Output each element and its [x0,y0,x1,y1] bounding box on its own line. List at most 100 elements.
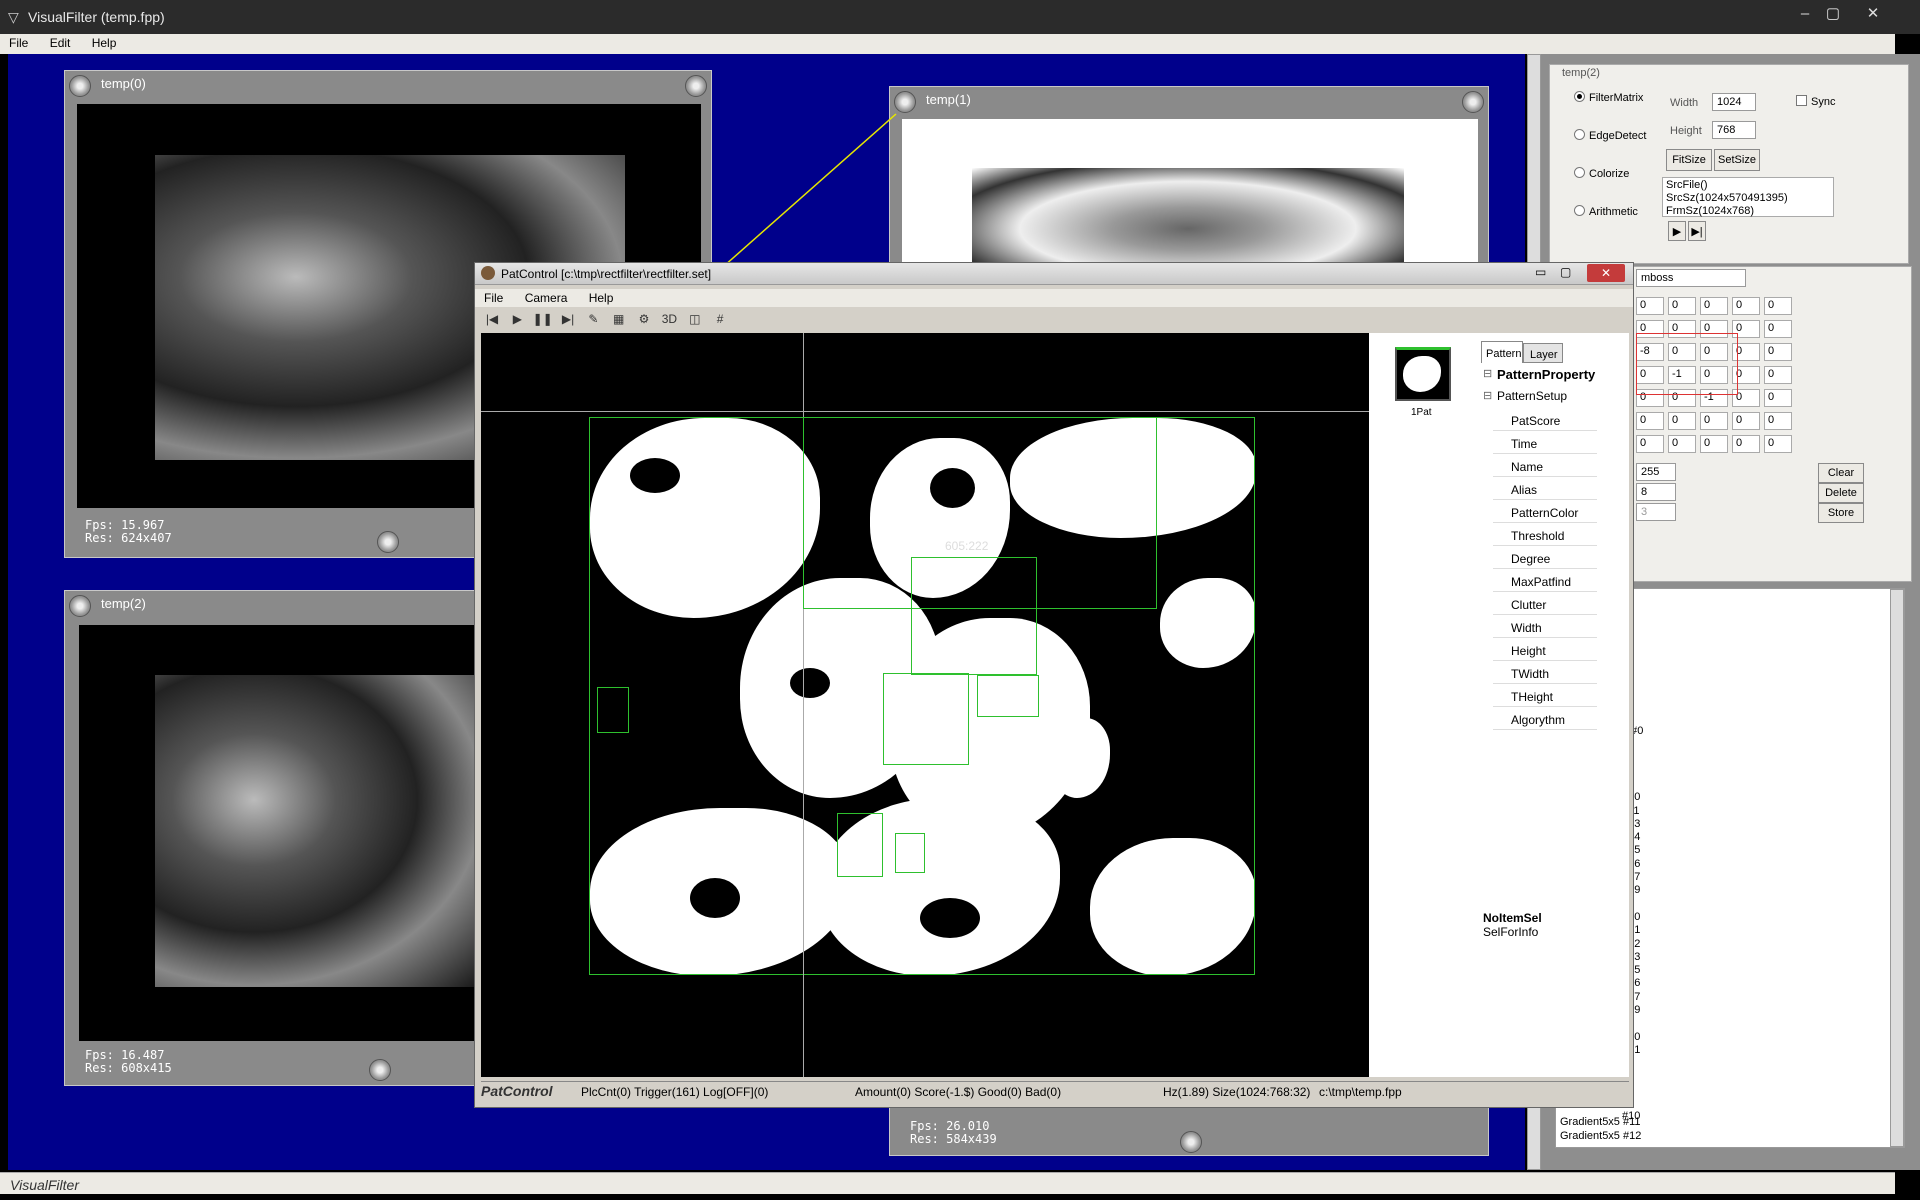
tree-item[interactable]: MaxPatfind [1493,572,1597,592]
matrix-cell[interactable]: 0 [1764,343,1792,361]
step-icon[interactable]: ▶| [1688,221,1706,241]
menu-help[interactable]: Help [83,34,126,52]
roi-box[interactable] [803,417,1157,609]
matrix-cell[interactable]: 0 [1764,435,1792,453]
bottom-knob-icon[interactable] [369,1059,391,1081]
last-frame-icon[interactable]: ▶| [557,309,579,329]
play-icon[interactable]: ▶ [1668,221,1686,241]
store-button[interactable]: Store [1818,503,1864,523]
matrix-cell[interactable]: 0 [1636,435,1664,453]
maximize-icon[interactable]: ▢ [1818,4,1848,24]
matrix-cell[interactable]: 0 [1764,366,1792,384]
matrix-cell[interactable]: 0 [1636,297,1664,315]
corner-knob-icon[interactable] [69,595,91,617]
param1-field[interactable]: 255 [1636,463,1676,481]
pen-icon[interactable]: ✎ [582,309,604,329]
tree-item[interactable]: Height [1493,641,1597,661]
tree-expander-icon[interactable]: ⊟ [1483,367,1492,380]
matrix-name-field[interactable]: mboss [1636,269,1746,287]
crop-icon[interactable]: # [709,309,731,329]
grid-icon[interactable]: ▦ [608,309,630,329]
pattern-canvas[interactable]: 605:222 [481,333,1369,1077]
menu-edit[interactable]: Edit [41,34,80,52]
patcontrol-window[interactable]: PatControl [c:\tmp\rectfilter\rectfilter… [474,262,1634,1108]
tree-item[interactable]: PatScore [1493,411,1597,431]
radio-filtermatrix[interactable]: FilterMatrix [1574,91,1643,104]
radio-arithmetic[interactable]: Arithmetic [1574,205,1638,218]
pattern-thumbnail[interactable] [1395,347,1451,401]
corner-knob-icon[interactable] [69,75,91,97]
tree-item[interactable]: THeight [1493,687,1597,707]
fitsize-button[interactable]: FitSize [1666,149,1712,171]
clear-button[interactable]: Clear [1818,463,1864,483]
matrix-cell[interactable]: 0 [1764,297,1792,315]
radio-colorize[interactable]: Colorize [1574,167,1629,180]
pause-icon[interactable]: ❚❚ [532,309,554,329]
matrix-cell[interactable]: 0 [1764,412,1792,430]
settings-icon[interactable]: ⚙ [633,309,655,329]
tab-layer[interactable]: Layer [1523,343,1563,363]
pat-menu-camera[interactable]: Camera [516,289,577,307]
height-field[interactable]: 768 [1712,121,1756,139]
roi-box[interactable] [883,673,969,765]
window-temp2[interactable]: temp(2) Fps: 16.487 Res: 608x415 [64,590,485,1086]
matrix-cell[interactable]: 0 [1668,412,1696,430]
selection-title: NoItemSel [1483,911,1542,925]
close-icon[interactable]: ✕ [1587,264,1625,282]
matrix-cell[interactable]: 0 [1700,435,1728,453]
setsize-button[interactable]: SetSize [1714,149,1760,171]
tree-item[interactable]: PatternColor [1493,503,1597,523]
roi-box[interactable] [895,833,925,873]
list-item[interactable]: Gradient5x5 #12 [1560,1130,1641,1142]
minimize-icon[interactable]: – [1790,4,1820,24]
sync-checkbox[interactable]: Sync [1796,95,1835,108]
tree-item[interactable]: Alias [1493,480,1597,500]
tree-item[interactable]: Width [1493,618,1597,638]
corner-knob-icon[interactable] [685,75,707,97]
roi-box[interactable] [977,675,1039,717]
close-icon[interactable]: ✕ [1858,4,1888,24]
maximize-icon[interactable]: ▢ [1560,265,1571,279]
tab-pattern[interactable]: Pattern [1481,341,1523,363]
tree-item[interactable]: Time [1493,434,1597,454]
matrix-cell[interactable]: 0 [1732,297,1760,315]
param2-field[interactable]: 8 [1636,483,1676,501]
matrix-cell[interactable]: 0 [1700,297,1728,315]
tree-item[interactable]: Threshold [1493,526,1597,546]
tree-item[interactable]: Algorythm [1493,710,1597,730]
tree-item[interactable]: Clutter [1493,595,1597,615]
bottom-knob-icon[interactable] [377,531,399,553]
crosshair-horizontal [481,411,1369,412]
tree-item[interactable]: Name [1493,457,1597,477]
list-scrollbar[interactable] [1890,589,1904,1147]
minimize-icon[interactable]: ▭ [1535,265,1546,279]
pat-menu-file[interactable]: File [475,289,512,307]
width-field[interactable]: 1024 [1712,93,1756,111]
first-frame-icon[interactable]: |◀ [481,309,503,329]
matrix-cell[interactable]: 0 [1764,320,1792,338]
param3-field[interactable]: 3 [1636,503,1676,521]
tree-item[interactable]: TWidth [1493,664,1597,684]
matrix-cell[interactable]: 0 [1732,435,1760,453]
3d-button[interactable]: 3D [658,309,680,329]
list-item[interactable]: Gradient5x5 #11 [1560,1116,1641,1128]
matrix-cell[interactable]: 0 [1668,297,1696,315]
white-region [1090,838,1254,974]
frame-icon[interactable]: ◫ [684,309,706,329]
tree-expander-icon[interactable]: ⊟ [1483,389,1492,402]
matrix-cell[interactable]: 0 [1636,412,1664,430]
tree-item[interactable]: Degree [1493,549,1597,569]
delete-button[interactable]: Delete [1818,483,1864,503]
radio-edgedetect[interactable]: EdgeDetect [1574,129,1646,142]
matrix-cell[interactable]: 0 [1732,412,1760,430]
menu-file[interactable]: File [0,34,37,52]
bottom-knob-icon[interactable] [1180,1131,1202,1153]
corner-knob-icon[interactable] [1462,91,1484,113]
matrix-cell[interactable]: 0 [1764,389,1792,407]
matrix-cell[interactable]: 0 [1700,412,1728,430]
matrix-cell[interactable]: 0 [1668,435,1696,453]
roi-box[interactable] [597,687,629,733]
play-icon[interactable]: ▶ [506,309,528,329]
pat-menu-help[interactable]: Help [580,289,623,307]
roi-box[interactable] [837,813,883,877]
